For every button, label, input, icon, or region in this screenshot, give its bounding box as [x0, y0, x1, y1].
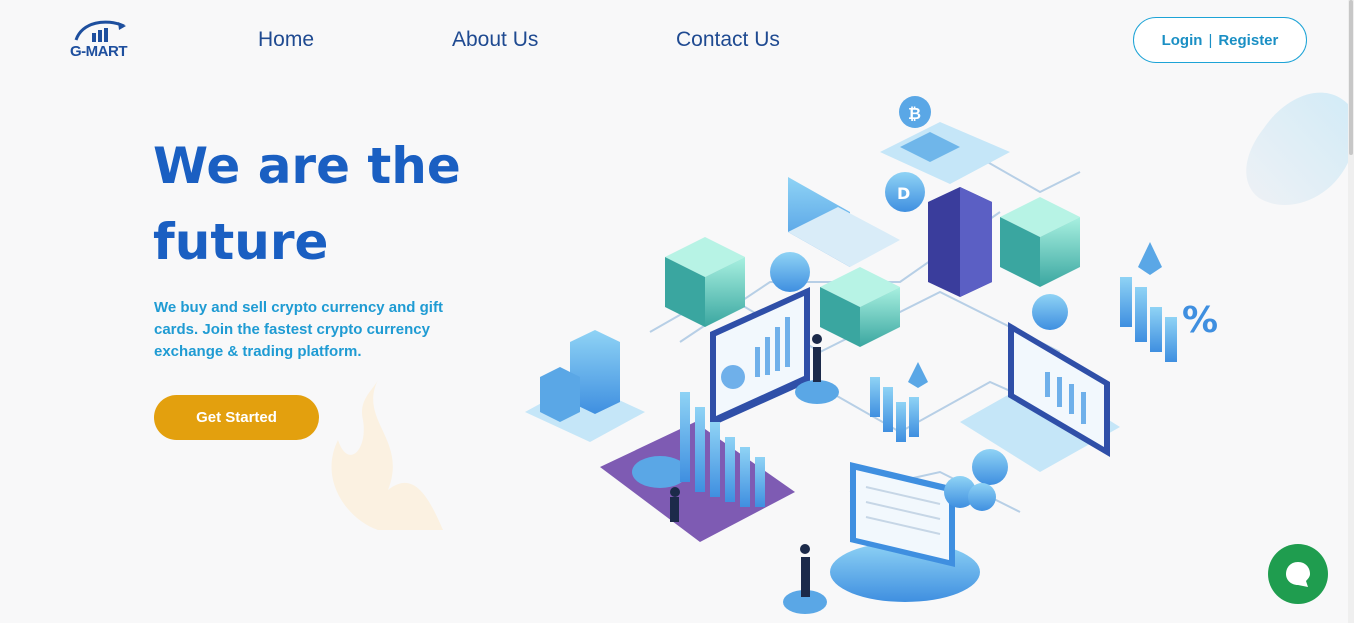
- hero-title: We are the future: [153, 137, 461, 271]
- scrollbar-thumb[interactable]: [1349, 0, 1353, 155]
- bar-chart-logo-icon: [74, 20, 126, 42]
- svg-text:D: D: [897, 184, 910, 203]
- nav-about-us[interactable]: About Us: [452, 28, 538, 52]
- flame-decoration: [331, 380, 443, 530]
- brand-name: G-MART: [70, 43, 128, 60]
- login-register-button[interactable]: Login | Register: [1133, 17, 1307, 63]
- hero-subtitle: We buy and sell crypto currency and gift…: [154, 299, 443, 360]
- svg-text:₿: ₿: [908, 104, 921, 123]
- data-center-left: [525, 330, 645, 442]
- laptop-icon: [788, 177, 900, 267]
- register-link[interactable]: Register: [1218, 32, 1278, 49]
- crypto-isometric-illustration: ₿ D %: [525, 96, 1218, 614]
- chat-bubble-icon: [1286, 562, 1310, 587]
- nav-contact-us[interactable]: Contact Us: [676, 28, 780, 52]
- chat-button[interactable]: [1268, 544, 1328, 604]
- server-tower-icon: D: [885, 172, 992, 297]
- cloud-server-icon: ₿: [880, 96, 1010, 184]
- blob-decoration: [1246, 92, 1350, 205]
- stacked-blocks-green: [1000, 197, 1080, 287]
- brand-logo[interactable]: G-MART: [70, 16, 130, 62]
- nav-home[interactable]: Home: [258, 28, 314, 52]
- get-started-button[interactable]: Get Started: [154, 395, 319, 440]
- auth-separator: |: [1208, 31, 1213, 49]
- trading-screen-icon: [830, 449, 1008, 602]
- svg-text:%: %: [1182, 300, 1218, 341]
- login-link[interactable]: Login: [1162, 32, 1203, 49]
- monitor-right-icon: [960, 294, 1120, 472]
